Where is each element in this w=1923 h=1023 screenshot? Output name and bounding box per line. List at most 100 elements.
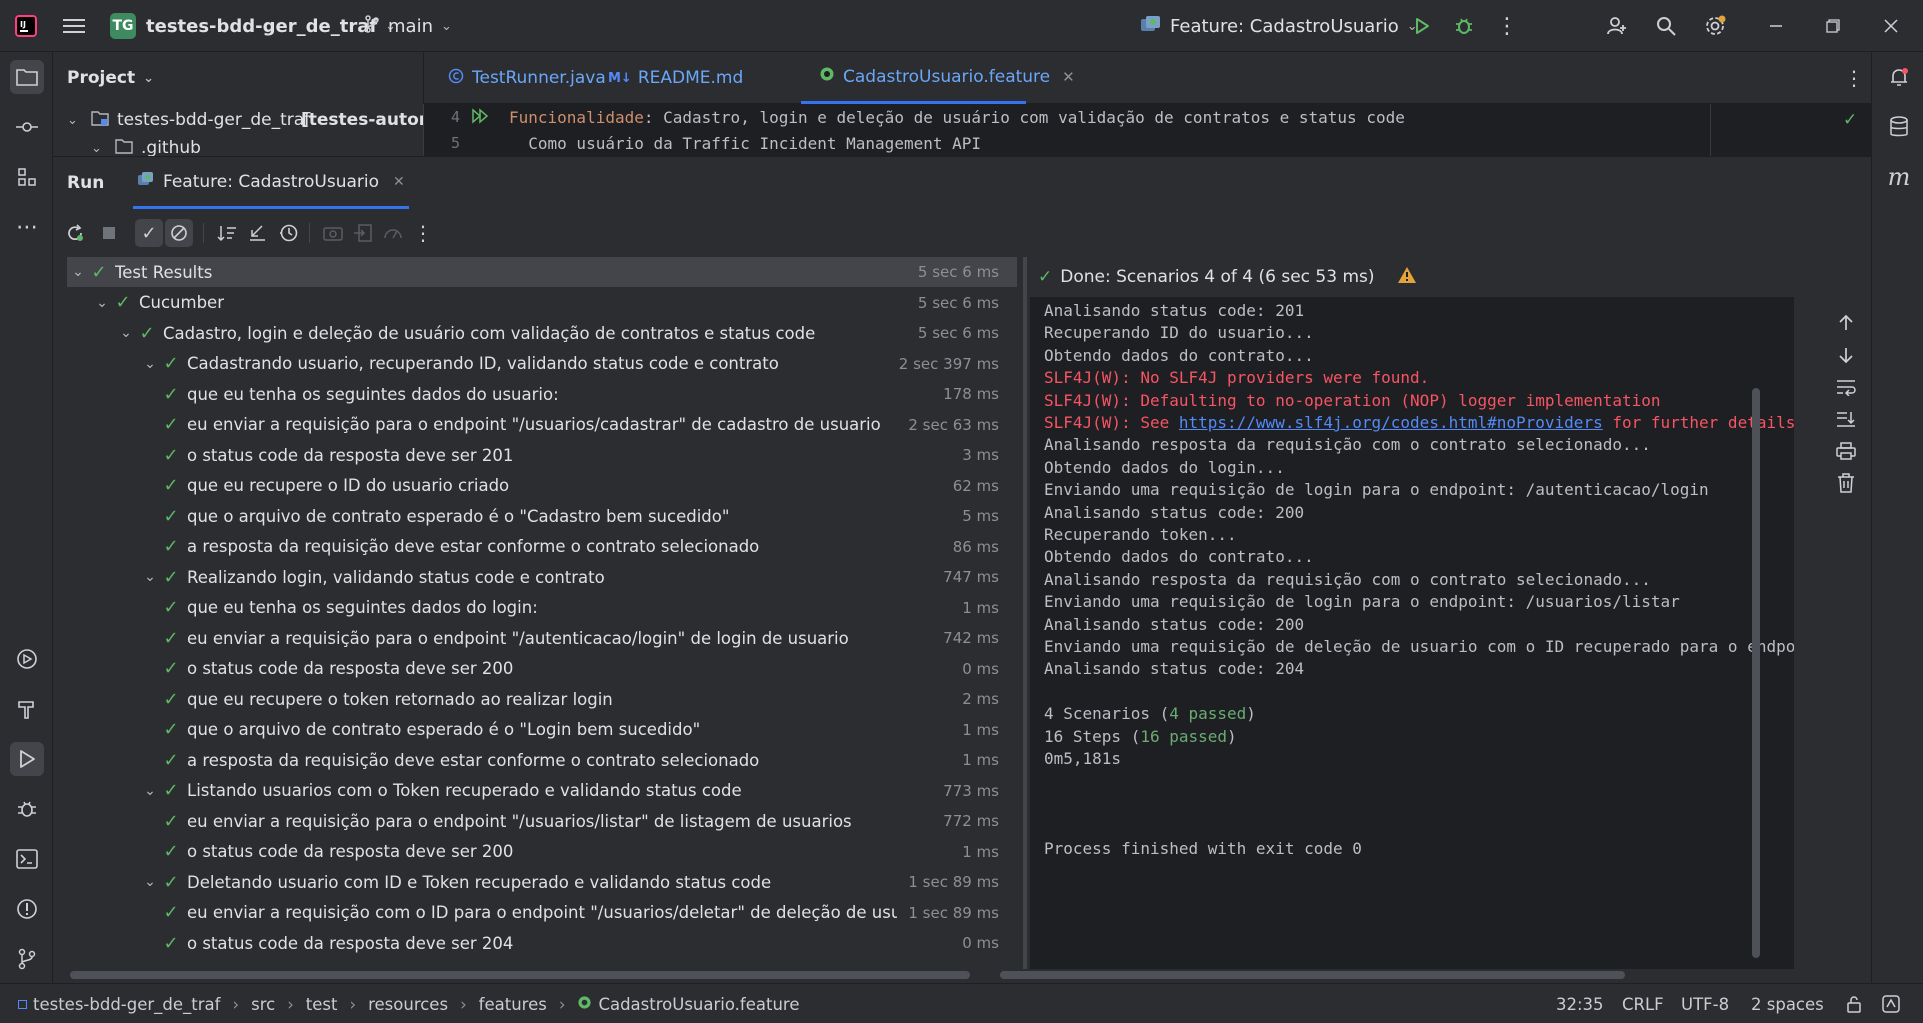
test-step-row[interactable]: ✓ que o arquivo de contrato esperado é o … bbox=[67, 715, 1017, 745]
inspection-ok-icon[interactable]: ✓ bbox=[1843, 110, 1857, 130]
close-tab-icon[interactable]: ✕ bbox=[1062, 68, 1075, 86]
rerun-icon[interactable] bbox=[61, 219, 89, 247]
test-results-root[interactable]: ⌄ ✓ Test Results 5 sec 6 ms bbox=[67, 257, 1017, 287]
coverage-icon[interactable] bbox=[379, 219, 407, 247]
tab-readme[interactable]: M↓ README.md bbox=[600, 52, 743, 104]
scroll-to-end-icon[interactable] bbox=[1834, 407, 1858, 431]
test-step-row[interactable]: ✓ eu enviar a requisição para o endpoint … bbox=[67, 623, 1017, 653]
test-step-row[interactable]: ✓ que eu tenha os seguintes dados do logi… bbox=[67, 593, 1017, 623]
project-switcher[interactable]: TG testes-bdd-ger_de_traf ⌄ bbox=[110, 0, 396, 52]
test-node-row[interactable]: ⌄ ✓ Listando usuarios com o Token recupera… bbox=[67, 776, 1017, 806]
warning-icon[interactable] bbox=[1397, 266, 1417, 289]
terminal-icon[interactable] bbox=[10, 842, 44, 876]
project-folder-icon[interactable] bbox=[10, 60, 44, 94]
console-vertical-scrollbar[interactable] bbox=[1752, 388, 1760, 958]
indent-setting[interactable]: 2 spaces bbox=[1751, 984, 1824, 1023]
project-panel-title[interactable]: Project ⌄ bbox=[67, 52, 154, 104]
print-icon[interactable] bbox=[1834, 439, 1858, 463]
test-step-row[interactable]: ✓ eu enviar a requisição com o ID para o … bbox=[67, 898, 1017, 928]
run-icon[interactable] bbox=[1410, 14, 1434, 38]
chevron-down-icon[interactable]: ⌄ bbox=[141, 569, 159, 585]
tree-horizontal-scrollbar[interactable] bbox=[70, 971, 970, 979]
more-actions-icon[interactable]: ⋮ bbox=[1495, 14, 1519, 39]
chevron-down-icon[interactable]: ⌄ bbox=[141, 783, 159, 799]
test-node-row[interactable]: ⌄ ✓ Realizando login, validando status cod… bbox=[67, 562, 1017, 592]
read-only-lock-icon[interactable] bbox=[1846, 984, 1862, 1023]
sort-icon[interactable] bbox=[213, 219, 241, 247]
console-horizontal-scrollbar[interactable] bbox=[1000, 971, 1625, 979]
tab-run-feature[interactable]: Feature: CadastroUsuario ✕ bbox=[133, 157, 409, 209]
maven-icon[interactable]: m bbox=[1882, 160, 1916, 194]
test-node-row[interactable]: ⌄ ✓ Cadastrando usuario, recuperando ID, v… bbox=[67, 349, 1017, 379]
search-icon[interactable] bbox=[1654, 14, 1678, 38]
test-step-row[interactable]: ✓ o status code da resposta deve ser 200 0… bbox=[67, 654, 1017, 684]
chevron-down-icon[interactable]: ⌄ bbox=[117, 325, 135, 341]
import-tests-icon[interactable] bbox=[349, 219, 377, 247]
test-node-row[interactable]: ⌄ ✓ Deletando usuario com ID e Token recup… bbox=[67, 867, 1017, 897]
run-tool-icon[interactable] bbox=[10, 742, 44, 776]
branch-switcher[interactable]: main ⌄ bbox=[364, 0, 452, 52]
line-separator[interactable]: CRLF bbox=[1622, 984, 1664, 1023]
trash-icon[interactable] bbox=[1834, 471, 1858, 495]
run-gutter-icon[interactable] bbox=[471, 108, 491, 129]
add-user-icon[interactable] bbox=[1605, 14, 1629, 38]
build-hammer-icon[interactable] bbox=[10, 692, 44, 726]
breadcrumb-item[interactable]: src bbox=[251, 995, 275, 1014]
problems-icon[interactable] bbox=[10, 892, 44, 926]
test-node-row[interactable]: ⌄ ✓ Cadastro, login e deleção de usuário c… bbox=[67, 318, 1017, 348]
notifications-icon[interactable] bbox=[1882, 60, 1916, 94]
git-icon[interactable] bbox=[10, 942, 44, 976]
run-config-selector[interactable]: Feature: CadastroUsuario ⌄ bbox=[1140, 0, 1418, 52]
test-step-row[interactable]: ✓ o status code da resposta deve ser 201 3… bbox=[67, 440, 1017, 470]
restore-window-icon[interactable] bbox=[1821, 14, 1845, 38]
caret-position[interactable]: 32:35 bbox=[1556, 984, 1604, 1023]
more-options-icon[interactable]: ⋮ bbox=[409, 219, 437, 247]
show-ignored-icon[interactable] bbox=[165, 219, 193, 247]
arrow-down-icon[interactable] bbox=[1834, 343, 1858, 367]
stop-icon[interactable] bbox=[95, 219, 123, 247]
test-step-row[interactable]: ✓ que o arquivo de contrato esperado é o … bbox=[67, 501, 1017, 531]
show-passed-icon[interactable]: ✓ bbox=[135, 219, 163, 247]
soft-wrap-icon[interactable] bbox=[1834, 375, 1858, 399]
tab-cadastrousuario-feature[interactable]: CadastroUsuario.feature ✕ bbox=[801, 52, 1075, 104]
chevron-down-icon[interactable]: ⌄ bbox=[93, 295, 111, 311]
intellij-logo-icon[interactable]: IJ bbox=[14, 14, 38, 38]
commit-icon[interactable] bbox=[10, 110, 44, 144]
test-step-row[interactable]: ✓ eu enviar a requisição para o endpoint … bbox=[67, 410, 1017, 440]
test-step-row[interactable]: ✓ que eu recupere o ID do usuario criado 6… bbox=[67, 471, 1017, 501]
main-menu-icon[interactable] bbox=[62, 14, 86, 38]
database-icon[interactable] bbox=[1882, 110, 1916, 144]
close-tab-icon[interactable]: ✕ bbox=[393, 174, 405, 190]
arrow-up-icon[interactable] bbox=[1834, 311, 1858, 335]
breadcrumb-item[interactable]: testes-bdd-ger_de_traf bbox=[33, 995, 220, 1014]
minimize-window-icon[interactable] bbox=[1764, 14, 1788, 38]
breadcrumb-item[interactable]: test bbox=[306, 995, 338, 1014]
test-step-row[interactable]: ✓ que eu tenha os seguintes dados do usua… bbox=[67, 379, 1017, 409]
console-link[interactable]: https://www.slf4j.org/codes.html#noProvi… bbox=[1179, 413, 1603, 432]
test-node-row[interactable]: ⌄ ✓ Cucumber 5 sec 6 ms bbox=[67, 288, 1017, 318]
debug-tool-icon[interactable] bbox=[10, 792, 44, 826]
test-step-row[interactable]: ✓ que eu recupere o token retornado ao re… bbox=[67, 684, 1017, 714]
chevron-down-icon[interactable]: ⌄ bbox=[69, 264, 87, 280]
chevron-down-icon[interactable]: ⌄ bbox=[141, 356, 159, 372]
ai-assistant-icon[interactable] bbox=[1882, 984, 1900, 1023]
console-output[interactable]: Analisando status code: 201 Recuperando I… bbox=[1030, 297, 1794, 969]
test-step-row[interactable]: ✓ o status code da resposta deve ser 204 0… bbox=[67, 928, 1017, 958]
panel-splitter[interactable] bbox=[1020, 257, 1030, 969]
test-step-row[interactable]: ✓ eu enviar a requisição para o endpoint … bbox=[67, 806, 1017, 836]
screenshot-icon[interactable] bbox=[319, 219, 347, 247]
collapse-all-icon[interactable] bbox=[243, 219, 271, 247]
chevron-down-icon[interactable]: ⌄ bbox=[141, 874, 159, 890]
test-step-row[interactable]: ✓ a resposta da requisição deve estar con… bbox=[67, 745, 1017, 775]
settings-gear-icon[interactable] bbox=[1703, 14, 1727, 38]
test-step-row[interactable]: ✓ a resposta da requisição deve estar con… bbox=[67, 532, 1017, 562]
test-history-icon[interactable] bbox=[275, 219, 303, 247]
tab-actions-icon[interactable]: ⋮ bbox=[1842, 66, 1866, 90]
breadcrumb-item[interactable]: CadastroUsuario.feature bbox=[598, 995, 799, 1014]
close-window-icon[interactable] bbox=[1879, 14, 1903, 38]
more-tools-icon[interactable]: ⋯ bbox=[10, 210, 44, 244]
code-editor[interactable]: 4 5 Funcionalidade: Cadastro, login e de… bbox=[423, 104, 1871, 156]
structure-icon[interactable] bbox=[10, 160, 44, 194]
services-icon[interactable] bbox=[10, 642, 44, 676]
tab-testrunner[interactable]: TestRunner.java bbox=[438, 52, 606, 104]
